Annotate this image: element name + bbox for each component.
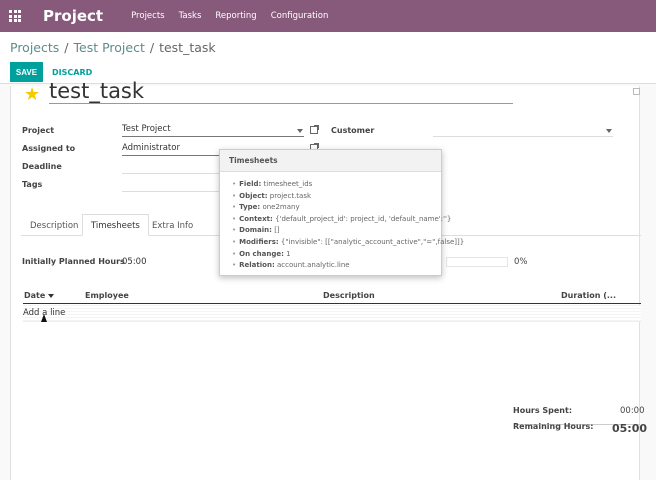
- project-external-link-icon[interactable]: [310, 125, 319, 134]
- column-date-label: Date: [24, 291, 46, 300]
- breadcrumb-current: test_task: [159, 40, 216, 55]
- apps-menu-icon[interactable]: [9, 10, 21, 22]
- hours-spent-label: Hours Spent:: [513, 406, 573, 415]
- tooltip-item: Context: {'default_project_id': project_…: [232, 214, 464, 226]
- assigned-to-field[interactable]: Administrator: [122, 142, 222, 156]
- breadcrumb-test-project[interactable]: Test Project: [74, 40, 145, 55]
- remaining-hours-value: 05:00: [612, 422, 648, 435]
- menu-item-reporting[interactable]: Reporting: [215, 11, 256, 21]
- project-dropdown-icon[interactable]: [297, 129, 303, 133]
- customer-dropdown-icon[interactable]: [606, 129, 612, 133]
- table-row: [23, 305, 641, 322]
- customer-field[interactable]: [433, 123, 613, 137]
- tooltip-item: Object: project.task: [232, 191, 464, 203]
- tooltip-item: Field: timesheet_ids: [232, 179, 464, 191]
- tags-field[interactable]: [122, 178, 220, 192]
- deadline-label: Deadline: [22, 162, 62, 171]
- tooltip-item: Relation: account.analytic.line: [232, 260, 464, 272]
- hours-spent-value: 00:00: [620, 406, 645, 416]
- field-tooltip: Timesheets Field: timesheet_ids Object: …: [219, 149, 464, 276]
- sort-down-icon: [48, 293, 55, 298]
- breadcrumb-projects[interactable]: Projects: [10, 40, 59, 55]
- tooltip-item: On change: 1: [232, 249, 464, 261]
- main-menu: Projects Tasks Reporting Configuration: [131, 11, 342, 21]
- task-title-input[interactable]: test_task: [49, 78, 513, 104]
- breadcrumb-separator: /: [64, 40, 69, 55]
- menu-item-tasks[interactable]: Tasks: [179, 11, 202, 21]
- planned-hours-value[interactable]: 05:00: [122, 257, 147, 267]
- tags-label: Tags: [22, 180, 43, 189]
- tooltip-item: Domain: []: [232, 225, 464, 237]
- progress-percent: 0%: [514, 257, 528, 267]
- control-panel: Projects / Test Project / test_task: [0, 32, 656, 84]
- tooltip-title: Timesheets: [220, 150, 441, 172]
- column-duration[interactable]: Duration (...: [561, 291, 616, 300]
- top-navbar: Project Projects Tasks Reporting Configu…: [0, 0, 656, 32]
- menu-item-configuration[interactable]: Configuration: [271, 11, 329, 21]
- project-label: Project: [22, 126, 55, 135]
- corner-icon: [633, 88, 640, 95]
- tab-timesheets[interactable]: Timesheets: [82, 214, 149, 236]
- column-description[interactable]: Description: [323, 291, 375, 300]
- mouse-cursor-icon: [41, 314, 47, 322]
- planned-hours-label: Initially Planned Hours: [22, 257, 125, 266]
- customer-label: Customer: [331, 126, 375, 135]
- save-button[interactable]: SAVE: [10, 62, 43, 82]
- breadcrumb: Projects / Test Project / test_task: [10, 40, 216, 55]
- table-header-divider: [23, 303, 641, 304]
- tooltip-item: Type: one2many: [232, 202, 464, 214]
- app-brand[interactable]: Project: [43, 7, 103, 25]
- tooltip-details: Field: timesheet_ids Object: project.tas…: [232, 179, 464, 272]
- menu-item-projects[interactable]: Projects: [131, 11, 165, 21]
- tab-extra-info[interactable]: Extra Info: [143, 214, 202, 236]
- form-sheet: ★ test_task Project Test Project Assigne…: [10, 79, 647, 480]
- column-employee[interactable]: Employee: [85, 291, 129, 300]
- breadcrumb-separator: /: [149, 40, 155, 55]
- deadline-field[interactable]: [122, 160, 220, 174]
- remaining-hours-label: Remaining Hours:: [513, 422, 594, 431]
- priority-star-icon[interactable]: ★: [24, 84, 40, 105]
- assigned-label: Assigned to: [22, 144, 76, 153]
- tab-description[interactable]: Description: [21, 214, 87, 236]
- project-field[interactable]: Test Project: [122, 123, 304, 137]
- tooltip-item: Modifiers: {"invisible": [["analytic_acc…: [232, 237, 464, 249]
- column-date[interactable]: Date: [24, 291, 55, 300]
